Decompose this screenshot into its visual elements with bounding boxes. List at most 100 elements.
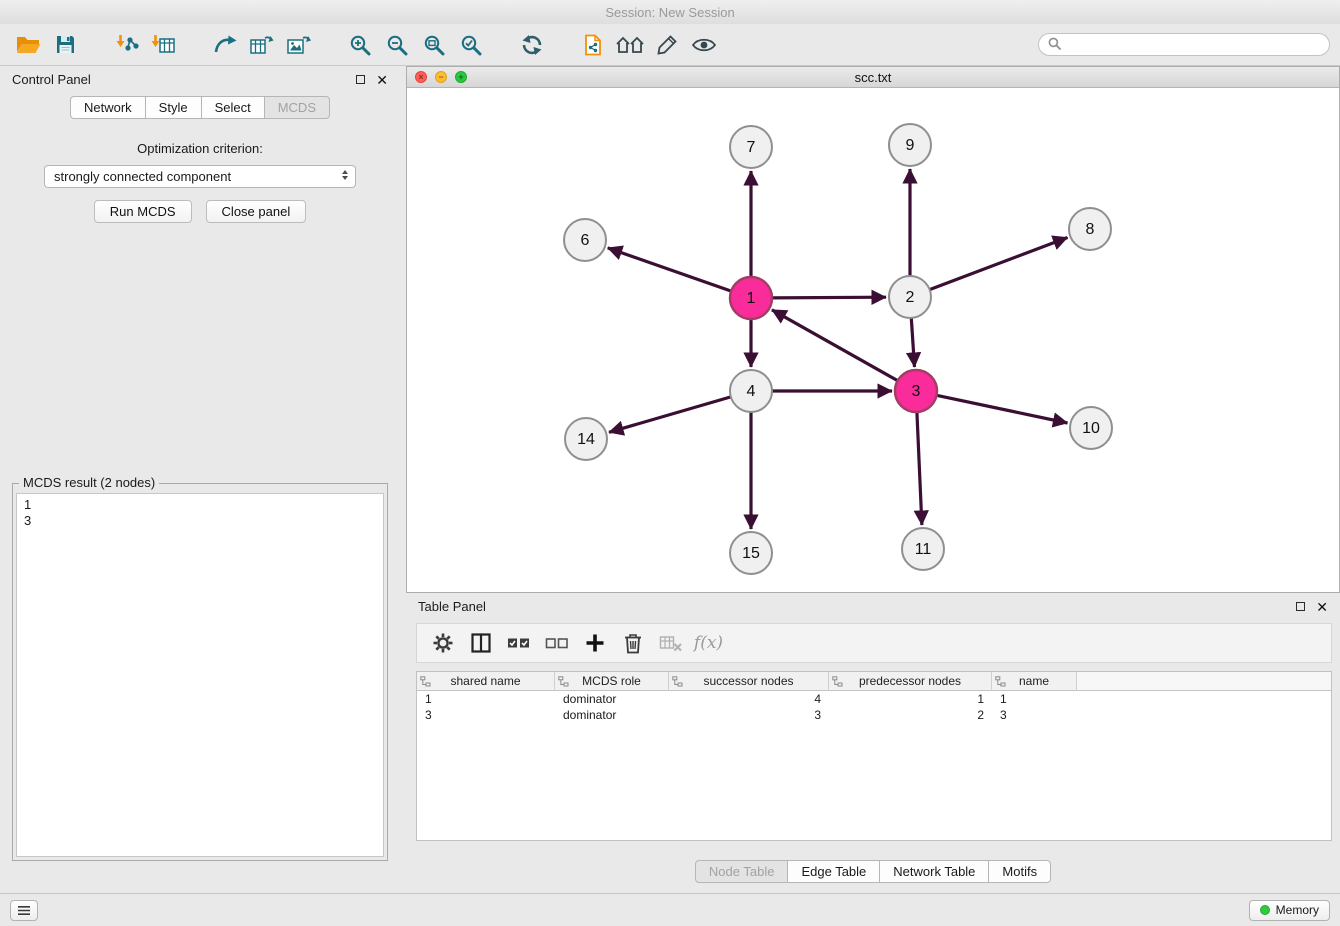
graph-node-label: 4 [747,383,756,400]
control-tab-mcds[interactable]: MCDS [264,96,330,119]
refresh-icon[interactable] [513,29,550,61]
zoom-window-icon[interactable]: + [455,71,467,83]
cell-successor-nodes: 3 [669,708,829,722]
zoom-out-icon[interactable] [378,29,415,61]
graph-node-15[interactable]: 15 [730,532,772,574]
settings-gear-icon[interactable] [429,630,456,657]
table-tab-network-table[interactable]: Network Table [879,860,988,883]
graph-edge-2-3[interactable] [911,318,914,367]
control-tab-select[interactable]: Select [201,96,264,119]
network-graph[interactable]: 7 9 6 8 1 2 4 3 14 10 15 11 [407,88,1339,592]
mcds-result-title: MCDS result (2 nodes) [19,475,159,490]
window-title: Session: New Session [605,5,734,20]
column-header-name[interactable]: name [992,672,1077,691]
graph-node-14[interactable]: 14 [565,418,607,460]
graph-node-2[interactable]: 2 [889,276,931,318]
home-icon[interactable] [611,29,648,61]
table-tab-node-table[interactable]: Node Table [695,860,788,883]
graph-node-11[interactable]: 11 [902,528,944,570]
function-builder-icon[interactable]: f(x) [695,630,722,657]
optimization-criterion-select[interactable]: strongly connected component [44,165,356,188]
cell-name: 3 [992,708,1077,722]
graph-edge-3-1[interactable] [772,310,898,381]
trash-icon[interactable] [619,630,646,657]
deselect-all-icon[interactable] [543,630,570,657]
import-table-icon[interactable] [145,29,182,61]
style-brush-icon[interactable] [648,29,685,61]
graph-node-4[interactable]: 4 [730,370,772,412]
open-session-icon[interactable] [10,29,47,61]
control-tab-network[interactable]: Network [70,96,145,119]
graph-edge-4-14[interactable] [609,397,731,432]
eye-icon[interactable] [685,29,722,61]
column-header-successor-nodes[interactable]: successor nodes [669,672,829,691]
table-tab-motifs[interactable]: Motifs [988,860,1051,883]
graph-node-7[interactable]: 7 [730,126,772,168]
table-tabs: Node TableEdge TableNetwork TableMotifs [406,860,1340,883]
graph-node-3[interactable]: 3 [895,370,937,412]
graph-node-10[interactable]: 10 [1070,407,1112,449]
float-table-panel-icon[interactable] [1296,602,1305,611]
column-header-shared-name[interactable]: shared name [417,672,555,691]
table-tab-edge-table[interactable]: Edge Table [787,860,879,883]
cell-mcds-role: dominator [555,692,669,706]
graph-node-label: 10 [1082,420,1100,437]
graph-node-label: 15 [742,545,760,562]
graph-node-8[interactable]: 8 [1069,208,1111,250]
optimization-criterion-value: strongly connected component [54,169,231,184]
zoom-in-icon[interactable] [341,29,378,61]
main-toolbar [0,24,1340,66]
save-session-icon[interactable] [47,29,84,61]
mcds-result-list[interactable]: 13 [16,493,384,857]
duplicate-network-icon[interactable] [574,29,611,61]
table-row[interactable]: 1dominator411 [417,691,1331,707]
graph-node-9[interactable]: 9 [889,124,931,166]
close-panel-icon[interactable]: ✕ [376,73,388,87]
cell-shared-name: 3 [417,708,555,722]
control-tab-style[interactable]: Style [145,96,201,119]
export-network-icon[interactable] [206,29,243,61]
network-window: ×−+ scc.txt 7968124314101511 [406,66,1340,593]
minimize-window-icon[interactable]: − [435,71,447,83]
right-area: ×−+ scc.txt 7968124314101511 Table Panel… [406,66,1340,893]
graph-node-label: 14 [577,431,595,448]
column-header-filler [1077,672,1331,691]
zoom-fit-icon[interactable] [415,29,452,61]
graph-edge-3-10[interactable] [937,395,1068,423]
close-table-panel-icon[interactable]: ✕ [1316,600,1328,614]
add-column-icon[interactable] [581,630,608,657]
search-box[interactable] [1038,33,1330,56]
network-canvas[interactable]: 7 9 6 8 1 2 4 3 14 10 15 11 [407,88,1339,592]
graph-node-1[interactable]: 1 [730,277,772,319]
run-mcds-button[interactable]: Run MCDS [94,200,192,223]
table-panel: Table Panel ✕ f(x) shared nameMCDS roles… [406,593,1340,893]
select-stepper-icon [342,170,348,180]
delete-table-icon[interactable] [657,630,684,657]
search-input[interactable] [1066,37,1320,52]
table-body: 1dominator4113dominator323 [417,691,1331,723]
graph-edge-1-2[interactable] [772,297,886,298]
graph-edge-2-8[interactable] [930,238,1068,290]
memory-button[interactable]: Memory [1249,900,1330,921]
graph-edge-3-11[interactable] [917,412,922,525]
zoom-selected-icon[interactable] [452,29,489,61]
column-layout-icon[interactable] [467,630,494,657]
graph-node-6[interactable]: 6 [564,219,606,261]
export-image-icon[interactable] [280,29,317,61]
graph-node-label: 9 [906,137,915,154]
task-history-button[interactable] [10,900,38,921]
import-network-icon[interactable] [108,29,145,61]
graph-edge-1-6[interactable] [608,248,732,291]
column-header-mcds-role[interactable]: MCDS role [555,672,669,691]
close-window-icon[interactable]: × [415,71,427,83]
select-all-icon[interactable] [505,630,532,657]
column-header-predecessor-nodes[interactable]: predecessor nodes [829,672,992,691]
table-toolbar: f(x) [416,623,1332,663]
main-area: Control Panel ✕ NetworkStyleSelectMCDS O… [0,66,1340,893]
float-panel-icon[interactable] [356,75,365,84]
table-row[interactable]: 3dominator323 [417,707,1331,723]
export-table-icon[interactable] [243,29,280,61]
memory-status-icon [1260,905,1270,915]
close-panel-button[interactable]: Close panel [206,200,307,223]
control-panel-title: Control Panel [12,72,91,87]
